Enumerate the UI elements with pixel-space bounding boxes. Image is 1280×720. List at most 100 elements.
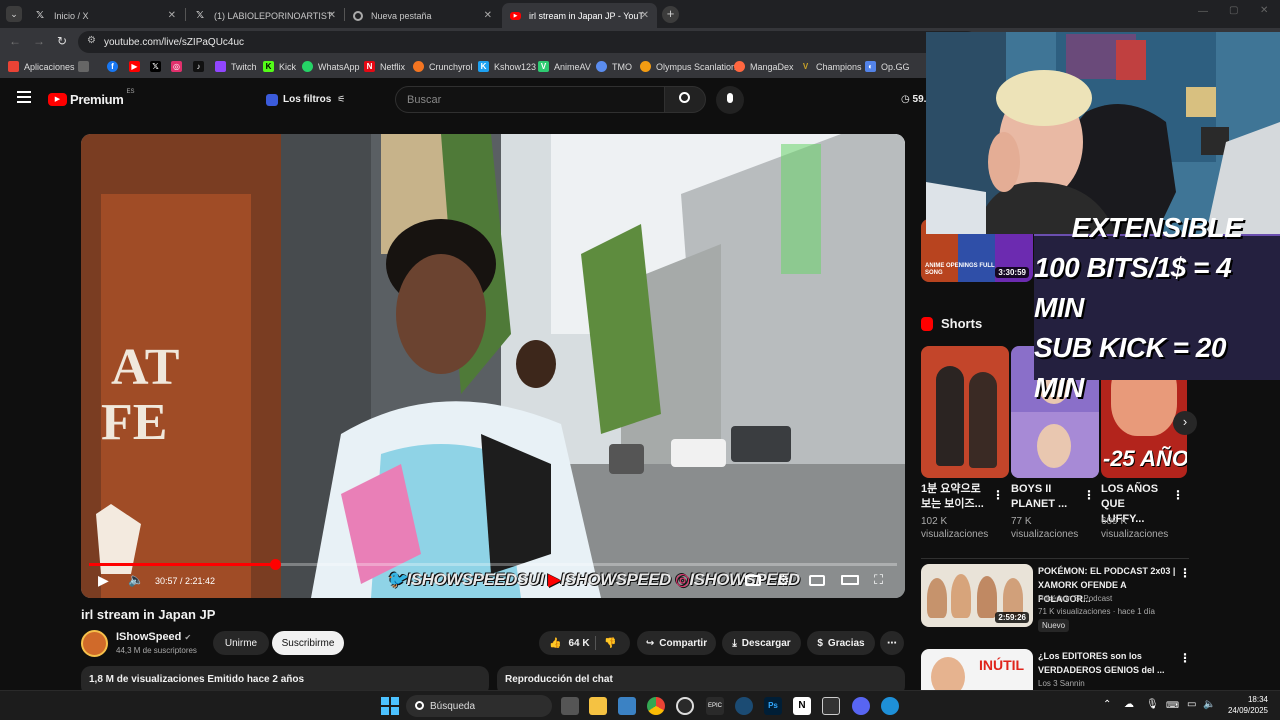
keyboard-icon[interactable]: ⌨ (1166, 700, 1179, 711)
thumbs-down-icon[interactable]: 👎 (604, 638, 616, 649)
steam-icon[interactable] (735, 697, 753, 715)
tab-labioleporino[interactable]: 𝕏 (1) LABIOLEPORINOARTIST en X ✕ (186, 3, 344, 28)
short-title-2[interactable]: BOYS II PLANET ... (1011, 482, 1075, 512)
address-bar[interactable]: ⚙ youtube.com/live/sZIPaQUc4uc (78, 31, 978, 53)
progress-scrubber[interactable] (269, 559, 281, 570)
short-title-1[interactable]: 1분 요약으로 보는 보이즈... (921, 482, 987, 512)
short-menu-icon[interactable]: ⋮ (992, 488, 1004, 502)
share-button[interactable]: ↪ Compartir (637, 631, 716, 655)
settings-gear-icon[interactable]: ⚙ (777, 572, 790, 589)
new-tab-button[interactable]: + (662, 6, 679, 23)
close-tab-icon[interactable]: ✕ (328, 10, 336, 21)
bookmark-tmo[interactable]: TMO (596, 61, 632, 72)
back-icon[interactable]: ← (9, 34, 21, 48)
filters-button[interactable]: Los filtros ⚟ (258, 87, 353, 112)
thanks-button[interactable]: $ Gracias (807, 631, 875, 655)
bookmark-twitch[interactable]: Twitch (215, 61, 257, 72)
region-badge: ES (126, 88, 135, 95)
discord-icon[interactable] (852, 697, 870, 715)
bookmark-youtube[interactable]: ▶ (129, 61, 145, 72)
fullscreen-icon[interactable]: ⛶ (874, 572, 883, 588)
bookmark-aplicaciones[interactable]: Aplicaciones (8, 61, 75, 72)
file-explorer-icon[interactable] (589, 697, 607, 715)
bookmark-kick[interactable]: K Kick (263, 61, 296, 72)
network-icon[interactable]: ▭ (1187, 699, 1196, 710)
bookmark-x[interactable]: 𝕏 (150, 61, 166, 72)
bookmark-whatsapp[interactable]: WhatsApp (302, 61, 360, 72)
instagram-icon: ◎ (171, 61, 182, 72)
photoshop-icon[interactable]: Ps (764, 697, 782, 715)
volume-icon[interactable]: 🔈 (128, 572, 144, 588)
riot-icon[interactable] (676, 697, 694, 715)
more-actions-button[interactable]: ⋯ (880, 631, 904, 655)
tab-inicio-x[interactable]: 𝕏 Inicio / X ✕ (26, 3, 184, 28)
minimize-icon[interactable]: — (1198, 6, 1208, 17)
close-tab-icon[interactable]: ✕ (484, 10, 492, 21)
miniplayer-icon[interactable] (809, 575, 825, 586)
close-tab-icon[interactable]: ✕ (168, 10, 176, 21)
svg-text:FE: FE (101, 394, 167, 451)
calendar-icon[interactable] (822, 697, 840, 715)
bookmark-animeav[interactable]: V AnimeAV (538, 61, 591, 72)
maximize-icon[interactable]: ▢ (1229, 5, 1238, 16)
subtitles-icon[interactable] (745, 575, 761, 586)
tab-label: Inicio / X (54, 10, 89, 21)
theater-mode-icon[interactable] (841, 575, 859, 585)
short-menu-icon[interactable]: ⋮ (1172, 488, 1184, 502)
close-tab-icon[interactable]: ✕ (641, 10, 649, 21)
short-item-1[interactable] (921, 346, 1009, 478)
reload-icon[interactable]: ↻ (57, 34, 67, 48)
close-window-icon[interactable]: ✕ (1260, 5, 1268, 16)
bookmark-facebook[interactable]: f (107, 61, 123, 72)
bookmark-olympus[interactable]: Olympus Scanlation (640, 61, 736, 72)
channel-avatar[interactable] (81, 630, 108, 657)
notion-icon[interactable]: N (793, 697, 811, 715)
progress-bar[interactable] (89, 559, 897, 570)
bookmark-mangadex[interactable]: MangaDex (734, 61, 794, 72)
bookmark-kshow123[interactable]: K Kshow123 (478, 61, 536, 72)
bookmark-instagram[interactable]: ◎ (171, 61, 187, 72)
voice-search-button[interactable] (716, 86, 744, 114)
recommended-title-3[interactable]: ¿Los EDITORES son los VERDADEROS GENIOS … (1038, 649, 1178, 677)
bookmark-champions[interactable]: V Champions (800, 61, 862, 72)
video-player[interactable]: AT FE 🐦ISHOWSPEEDSUI ▶ISHOWSPEED ◎ISHOWS… (81, 134, 905, 598)
tray-chevron-icon[interactable]: ⌃ (1103, 699, 1111, 710)
like-button[interactable]: 👍 64 K 👎 (539, 631, 630, 655)
forward-icon[interactable]: → (33, 34, 45, 48)
task-view-icon[interactable] (561, 697, 579, 715)
download-button[interactable]: ⤓ Descargar (722, 631, 801, 655)
bookmark-grid[interactable] (78, 61, 94, 72)
recommended-video-2[interactable]: 2:59:26 (921, 564, 1033, 627)
volume-icon[interactable]: 🔈 (1203, 699, 1215, 710)
bookmark-opgg[interactable]: ◐ Op.GG (865, 61, 910, 72)
bookmark-netflix[interactable]: N Netflix (364, 61, 405, 72)
bookmark-crunchyroll[interactable]: Crunchyrol (413, 61, 473, 72)
tab-youtube[interactable]: ▶ irl stream in Japan JP - YouTube ✕ (502, 3, 657, 28)
youtube-logo[interactable]: ▶ Premium ES (48, 88, 135, 107)
subscribe-button[interactable]: Suscribirme (272, 631, 344, 655)
tab-nueva-pestana[interactable]: Nueva pestaña ✕ (345, 3, 500, 28)
x-logo-icon: 𝕏 (35, 10, 45, 21)
microphone-icon[interactable]: 🎙 (1146, 699, 1159, 710)
taskbar-search[interactable]: Búsqueda (406, 695, 552, 717)
edge-icon[interactable] (881, 697, 899, 715)
windows-start-icon[interactable] (381, 697, 399, 715)
onedrive-icon[interactable]: ☁ (1124, 699, 1134, 710)
video-menu-icon[interactable]: ⋮ (1179, 651, 1191, 665)
system-clock[interactable]: 18:34 24/09/2025 (1218, 694, 1268, 716)
chrome-icon[interactable] (647, 697, 665, 715)
search-input[interactable]: Buscar (395, 86, 665, 113)
short-menu-icon[interactable]: ⋮ (1083, 488, 1095, 502)
join-button[interactable]: Unirme (213, 631, 269, 655)
menu-icon[interactable] (17, 91, 31, 103)
bookmark-tiktok[interactable]: ♪ (193, 61, 209, 72)
shorts-next-button[interactable]: › (1173, 411, 1197, 435)
video-menu-icon[interactable]: ⋮ (1179, 566, 1191, 580)
tab-search-dropdown[interactable]: ⌄ (6, 6, 22, 22)
store-icon[interactable] (618, 697, 636, 715)
play-icon[interactable]: ▶ (98, 572, 109, 589)
search-button[interactable] (664, 86, 706, 113)
channel-name[interactable]: IShowSpeed ✔ (116, 631, 191, 643)
epic-games-icon[interactable]: EPIC (706, 697, 724, 715)
site-info-icon[interactable]: ⚙ (87, 35, 96, 46)
